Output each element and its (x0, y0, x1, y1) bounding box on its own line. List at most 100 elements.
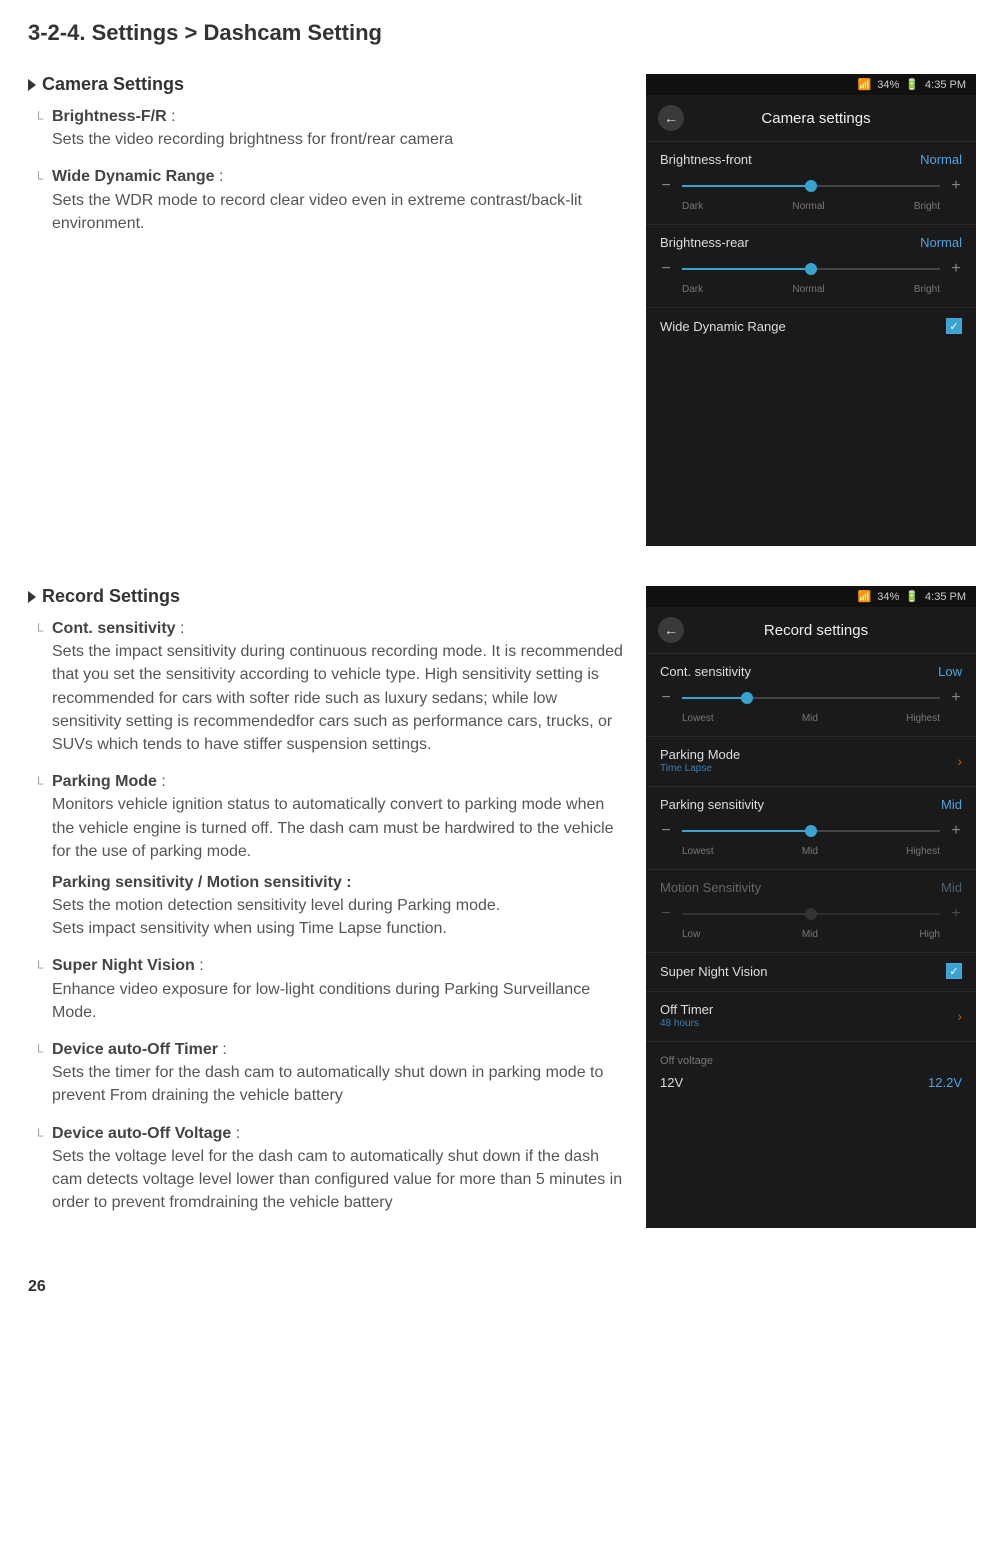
minus-icon[interactable]: − (660, 260, 672, 278)
status-time: 4:35 PM (925, 79, 966, 91)
item-brightness: Brightness-F/R : Sets the video recordin… (52, 105, 626, 151)
plus-icon[interactable]: + (950, 260, 962, 278)
status-battery: 34% (877, 79, 899, 91)
item-cont-sens-desc: Sets the impact sensitivity during conti… (52, 643, 623, 753)
record-settings-heading-label: Record Settings (42, 586, 180, 607)
item-parking-mode-label: Parking Mode (52, 773, 157, 790)
setting-name: 12V (660, 1075, 683, 1090)
item-wdr-desc: Sets the WDR mode to record clear video … (52, 192, 582, 232)
status-time: 4:35 PM (925, 591, 966, 603)
page-title-sep: > (178, 20, 203, 45)
setting-cont-sensitivity[interactable]: Cont. sensitivity Low − + Lowest Mid Hig… (646, 653, 976, 736)
item-wdr: Wide Dynamic Range : Sets the WDR mode t… (52, 165, 626, 235)
setting-name: Off Timer (660, 1002, 713, 1017)
setting-value: Normal (920, 235, 962, 250)
tick-lowest: Lowest (682, 846, 714, 857)
tick-normal: Normal (792, 201, 824, 212)
item-autooff-voltage: Device auto-Off Voltage : Sets the volta… (52, 1122, 626, 1215)
item-snv-label: Super Night Vision (52, 957, 195, 974)
setting-name: Brightness-front (660, 152, 752, 167)
slider-ticks: Lowest Mid Highest (660, 713, 962, 724)
checkbox-wdr[interactable]: ✓ (946, 318, 962, 334)
tick-mid: Mid (802, 929, 818, 940)
minus-icon[interactable]: − (660, 689, 672, 707)
setting-sub: Time Lapse (660, 763, 740, 774)
record-settings-heading: Record Settings (28, 586, 626, 607)
slider-track[interactable] (682, 697, 940, 699)
setting-wdr[interactable]: Wide Dynamic Range ✓ (646, 307, 976, 346)
setting-value: Normal (920, 152, 962, 167)
tick-dark: Dark (682, 201, 703, 212)
setting-name: Parking sensitivity (660, 797, 764, 812)
appbar-title: Camera settings (694, 110, 938, 127)
setting-name: Super Night Vision (660, 964, 767, 979)
slider-ticks: Low Mid High (660, 929, 962, 940)
camera-settings-text: Camera Settings Brightness-F/R : Sets th… (28, 74, 626, 546)
camera-settings-heading-label: Camera Settings (42, 74, 184, 95)
setting-name: Brightness-rear (660, 235, 749, 250)
phone-camera-settings: 📶 34% 🔋 4:35 PM ← Camera settings Bright… (646, 74, 976, 546)
setting-brightness-rear[interactable]: Brightness-rear Normal − + Dark Normal B… (646, 224, 976, 307)
checkbox-snv[interactable]: ✓ (946, 963, 962, 979)
slider-ticks: Lowest Mid Highest (660, 846, 962, 857)
item-parking-subdesc1: Sets the motion detection sensitivity le… (52, 897, 500, 914)
setting-parking-sensitivity[interactable]: Parking sensitivity Mid − + Lowest Mid H… (646, 786, 976, 869)
slider-track[interactable] (682, 185, 940, 187)
setting-value: Mid (941, 797, 962, 812)
item-snv-desc: Enhance video exposure for low-light con… (52, 981, 590, 1021)
item-brightness-label: Brightness-F/R (52, 108, 167, 125)
camera-settings-section: Camera Settings Brightness-F/R : Sets th… (28, 74, 976, 546)
appbar: ← Camera settings (646, 95, 976, 141)
phone-record-settings: 📶 34% 🔋 4:35 PM ← Record settings Cont. … (646, 586, 976, 1228)
setting-12v[interactable]: 12V 12.2V (646, 1071, 976, 1102)
item-parking-mode: Parking Mode : Monitors vehicle ignition… (52, 770, 626, 940)
slider-brightness-front[interactable]: − + (660, 177, 962, 195)
slider-track[interactable] (682, 268, 940, 270)
tick-low: Low (682, 929, 700, 940)
setting-name: Motion Sensitivity (660, 880, 761, 895)
setting-value: 12.2V (928, 1075, 962, 1090)
setting-off-timer[interactable]: Off Timer 48 hours › (646, 991, 976, 1041)
plus-icon: + (950, 905, 962, 923)
minus-icon[interactable]: − (660, 177, 672, 195)
battery-icon: 🔋 (905, 590, 919, 603)
setting-off-voltage-header: Off voltage (646, 1041, 976, 1071)
page-title-suffix: Dashcam Setting (203, 20, 382, 45)
wifi-icon: 📶 (858, 590, 872, 603)
setting-parking-mode[interactable]: Parking Mode Time Lapse › (646, 736, 976, 786)
plus-icon[interactable]: + (950, 689, 962, 707)
item-parking-sublabel: Parking sensitivity / Motion sensitivity… (52, 871, 626, 894)
item-autooff-voltage-desc: Sets the voltage level for the dash cam … (52, 1148, 622, 1211)
appbar-title: Record settings (694, 622, 938, 639)
tick-bright: Bright (914, 284, 940, 295)
setting-brightness-front[interactable]: Brightness-front Normal − + Dark Normal … (646, 141, 976, 224)
plus-icon[interactable]: + (950, 822, 962, 840)
tick-high: High (919, 929, 940, 940)
minus-icon[interactable]: − (660, 822, 672, 840)
setting-motion-sensitivity: Motion Sensitivity Mid − + Low Mid High (646, 869, 976, 952)
tick-normal: Normal (792, 284, 824, 295)
item-wdr-label: Wide Dynamic Range (52, 168, 215, 185)
battery-icon: 🔋 (905, 78, 919, 91)
slider-track[interactable] (682, 830, 940, 832)
tick-dark: Dark (682, 284, 703, 295)
chevron-right-icon: › (957, 753, 962, 769)
minus-icon: − (660, 905, 672, 923)
slider-brightness-rear[interactable]: − + (660, 260, 962, 278)
setting-name: Cont. sensitivity (660, 664, 751, 679)
setting-snv[interactable]: Super Night Vision ✓ (646, 952, 976, 991)
wifi-icon: 📶 (858, 78, 872, 91)
slider-parking-sens[interactable]: − + (660, 822, 962, 840)
item-cont-sensitivity: Cont. sensitivity : Sets the impact sens… (52, 617, 626, 756)
back-button[interactable]: ← (658, 105, 684, 131)
item-brightness-desc: Sets the video recording brightness for … (52, 131, 453, 148)
tick-bright: Bright (914, 201, 940, 212)
item-autooff-timer-desc: Sets the timer for the dash cam to autom… (52, 1064, 603, 1104)
slider-cont-sens[interactable]: − + (660, 689, 962, 707)
plus-icon[interactable]: + (950, 177, 962, 195)
back-button[interactable]: ← (658, 617, 684, 643)
phone-filler (646, 346, 976, 546)
record-settings-section: Record Settings Cont. sensitivity : Sets… (28, 586, 976, 1228)
page-title: 3-2-4. Settings > Dashcam Setting (28, 20, 976, 46)
setting-name: Parking Mode (660, 747, 740, 762)
